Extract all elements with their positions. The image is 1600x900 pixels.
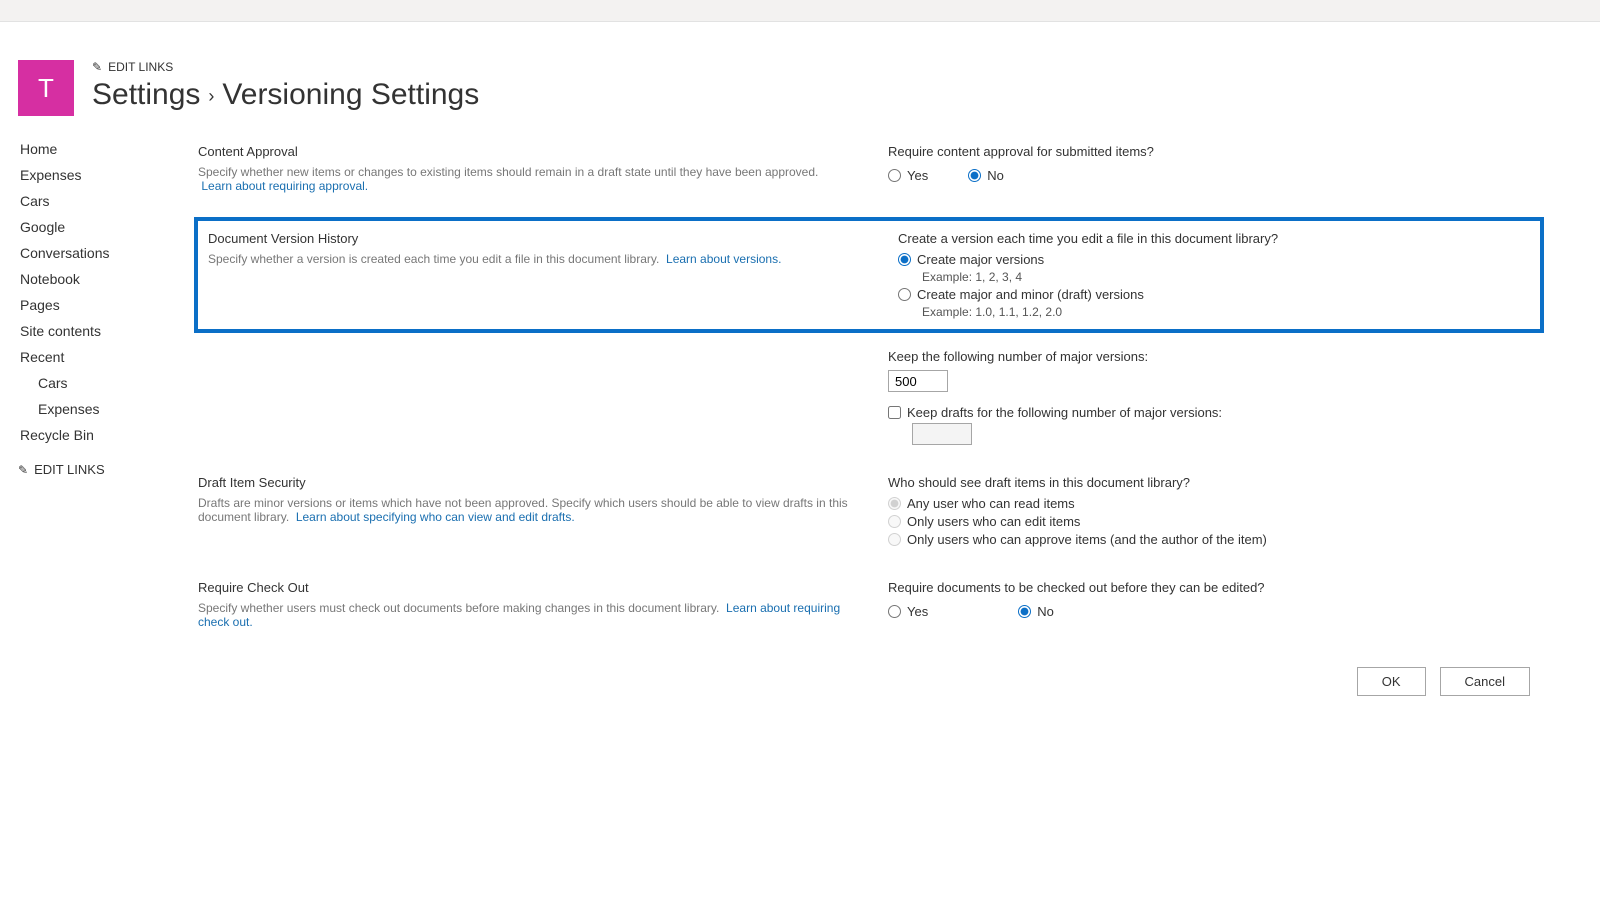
edit-links-side[interactable]: ✎ EDIT LINKS: [18, 462, 188, 477]
version-minor-option[interactable]: Create major and minor (draft) versions: [898, 287, 1530, 302]
pencil-icon: ✎: [18, 463, 28, 477]
version-history-learn-link[interactable]: Learn about versions.: [666, 252, 781, 266]
section-checkout: Require Check Out Specify whether users …: [198, 574, 1540, 653]
content-approval-yes-radio[interactable]: [888, 169, 901, 182]
section-content-approval: Content Approval Specify whether new ite…: [198, 136, 1540, 217]
suite-bar: [0, 0, 1600, 22]
version-history-desc: Specify whether a version is created eac…: [208, 252, 858, 266]
page: T ✎ EDIT LINKS Settings › Versioning Set…: [0, 22, 1600, 736]
nav-pages[interactable]: Pages: [18, 292, 188, 318]
edit-links-side-label: EDIT LINKS: [34, 462, 105, 477]
nav-conversations[interactable]: Conversations: [18, 240, 188, 266]
nav-recent[interactable]: Recent: [18, 344, 188, 370]
checkout-desc: Specify whether users must check out doc…: [198, 601, 848, 629]
chevron-right-icon: ›: [208, 86, 214, 107]
checkout-no-radio[interactable]: [1018, 605, 1031, 618]
site-logo-letter: T: [38, 73, 54, 104]
version-major-option[interactable]: Create major versions: [898, 252, 1530, 267]
section-draft-security: Draft Item Security Drafts are minor ver…: [198, 469, 1540, 574]
nav-recent-cars[interactable]: Cars: [18, 370, 188, 396]
checkout-title: Require Check Out: [198, 580, 848, 595]
content-approval-no-radio[interactable]: [968, 169, 981, 182]
checkout-question: Require documents to be checked out befo…: [888, 580, 1540, 595]
content-approval-desc: Specify whether new items or changes to …: [198, 165, 848, 193]
draft-edit-option: Only users who can edit items: [888, 514, 1540, 529]
draft-edit-radio: [888, 515, 901, 528]
draft-any-radio: [888, 497, 901, 510]
pencil-icon: ✎: [92, 60, 102, 74]
checkout-no[interactable]: No: [1018, 604, 1054, 619]
settings-content: Content Approval Specify whether new ite…: [198, 136, 1600, 696]
section-keep-versions: Keep the following number of major versi…: [198, 349, 1540, 469]
version-history-question: Create a version each time you edit a fi…: [898, 231, 1530, 246]
draft-security-desc: Drafts are minor versions or items which…: [198, 496, 848, 524]
nav-google[interactable]: Google: [18, 214, 188, 240]
draft-any-option: Any user who can read items: [888, 496, 1540, 511]
page-header: T ✎ EDIT LINKS Settings › Versioning Set…: [18, 60, 1600, 116]
cancel-button[interactable]: Cancel: [1440, 667, 1530, 696]
breadcrumb-root[interactable]: Settings: [92, 78, 200, 112]
draft-security-question: Who should see draft items in this docum…: [888, 475, 1540, 490]
draft-approve-option: Only users who can approve items (and th…: [888, 532, 1540, 547]
content-approval-question: Require content approval for submitted i…: [888, 144, 1540, 159]
nav-expenses[interactable]: Expenses: [18, 162, 188, 188]
breadcrumb: Settings › Versioning Settings: [92, 78, 479, 112]
section-version-history: Document Version History Specify whether…: [194, 217, 1544, 333]
ok-button[interactable]: OK: [1357, 667, 1426, 696]
checkout-yes-radio[interactable]: [888, 605, 901, 618]
content-approval-yes[interactable]: Yes: [888, 168, 928, 183]
content-approval-title: Content Approval: [198, 144, 848, 159]
version-major-example: Example: 1, 2, 3, 4: [922, 270, 1530, 284]
nav-recent-expenses[interactable]: Expenses: [18, 396, 188, 422]
keep-major-input[interactable]: [888, 370, 948, 392]
draft-security-title: Draft Item Security: [198, 475, 848, 490]
draft-approve-radio: [888, 533, 901, 546]
nav-recycle-bin[interactable]: Recycle Bin: [18, 422, 188, 448]
left-nav: Home Expenses Cars Google Conversations …: [18, 136, 198, 696]
edit-links-top[interactable]: ✎ EDIT LINKS: [92, 60, 479, 74]
content-approval-learn-link[interactable]: Learn about requiring approval.: [201, 179, 368, 193]
keep-major-label: Keep the following number of major versi…: [888, 349, 1540, 364]
version-minor-example: Example: 1.0, 1.1, 1.2, 2.0: [922, 305, 1530, 319]
edit-links-label: EDIT LINKS: [108, 60, 173, 74]
nav-home[interactable]: Home: [18, 136, 188, 162]
version-minor-radio[interactable]: [898, 288, 911, 301]
version-major-radio[interactable]: [898, 253, 911, 266]
version-history-title: Document Version History: [208, 231, 858, 246]
content-approval-no[interactable]: No: [968, 168, 1004, 183]
keep-drafts-input: [912, 423, 972, 445]
breadcrumb-current: Versioning Settings: [222, 78, 479, 112]
checkout-yes[interactable]: Yes: [888, 604, 928, 619]
keep-drafts-option[interactable]: Keep drafts for the following number of …: [888, 405, 1540, 420]
nav-cars[interactable]: Cars: [18, 188, 188, 214]
site-logo-tile[interactable]: T: [18, 60, 74, 116]
footer-buttons: OK Cancel: [198, 653, 1540, 696]
nav-notebook[interactable]: Notebook: [18, 266, 188, 292]
nav-site-contents[interactable]: Site contents: [18, 318, 188, 344]
keep-drafts-checkbox[interactable]: [888, 406, 901, 419]
draft-security-learn-link[interactable]: Learn about specifying who can view and …: [296, 510, 575, 524]
